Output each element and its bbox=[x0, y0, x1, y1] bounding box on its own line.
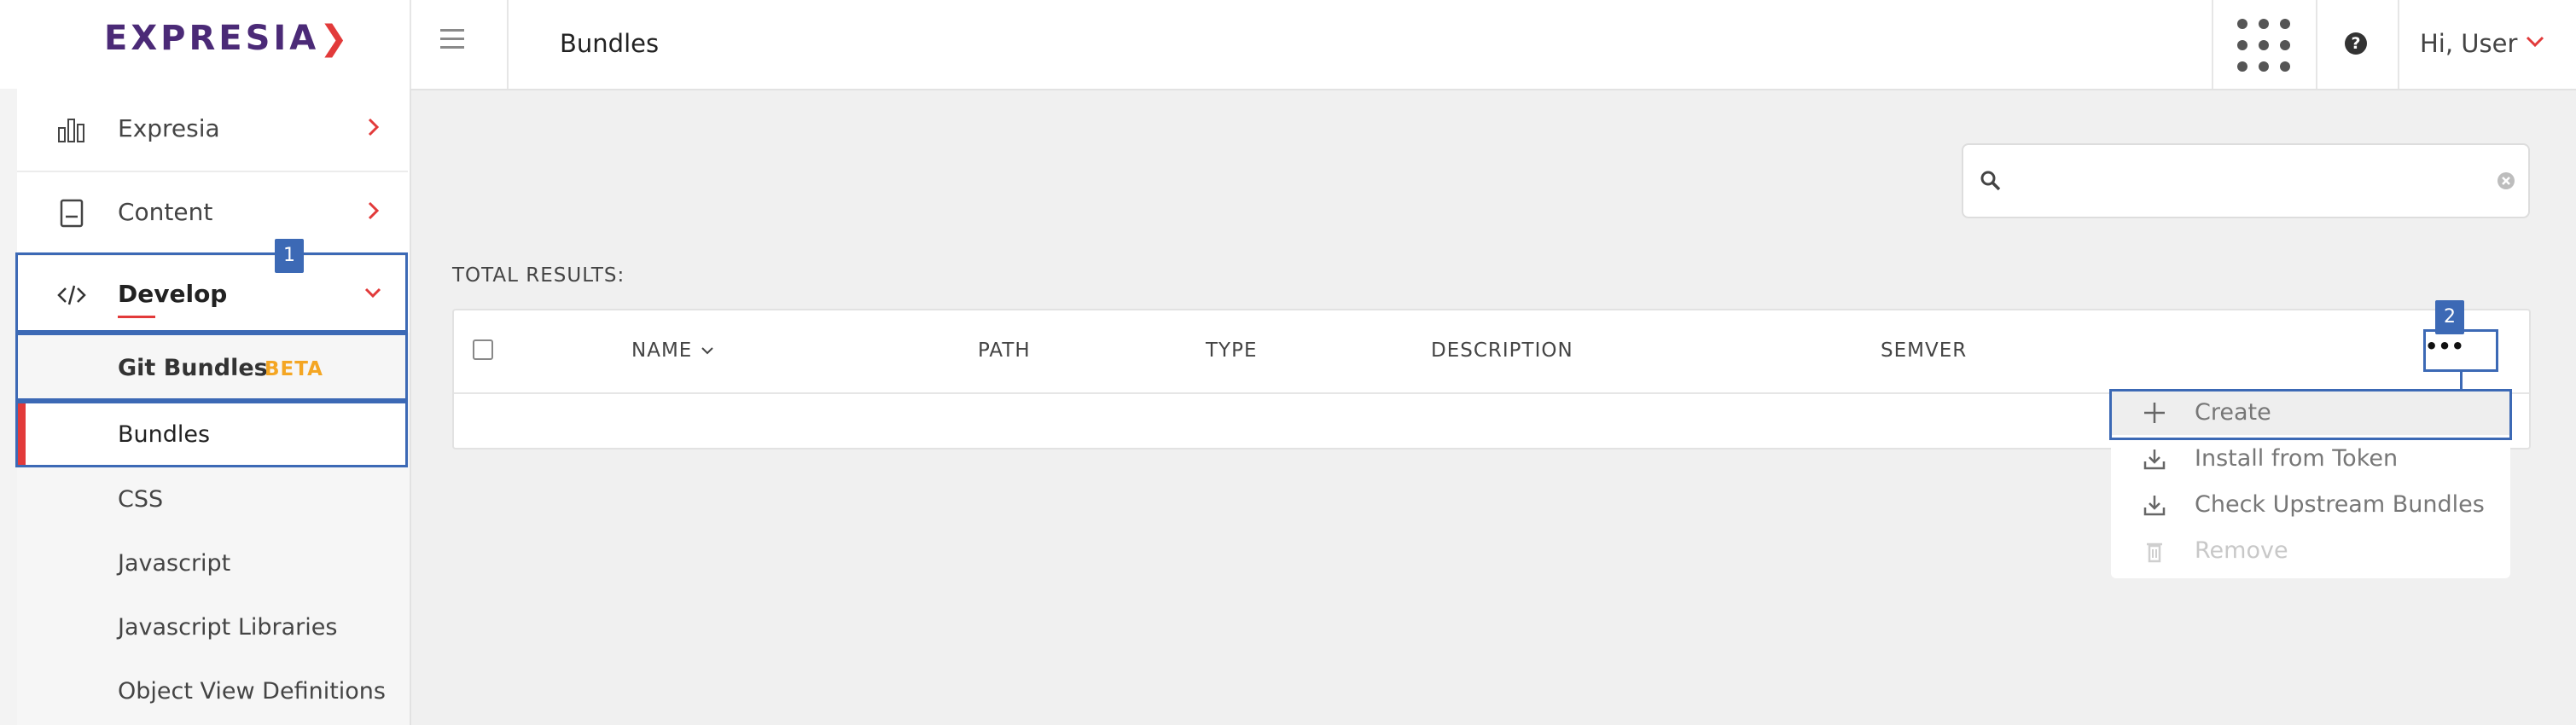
column-header-semver[interactable]: SEMVER bbox=[1881, 339, 1967, 362]
top-bar: EXPRESIA❯ Bundles ? Hi, User bbox=[0, 0, 2576, 90]
sidebar-item-css[interactable]: CSS bbox=[118, 486, 163, 513]
highlight-develop bbox=[15, 252, 408, 333]
sidebar-edge bbox=[0, 89, 17, 725]
sidebar-item-expresia[interactable]: Expresia bbox=[17, 89, 408, 172]
logo-chevron: ❯ bbox=[319, 19, 352, 58]
menu-item-label: Check Upstream Bundles bbox=[2195, 491, 2485, 518]
sort-chevron-icon[interactable] bbox=[700, 343, 715, 358]
user-menu[interactable]: Hi, User bbox=[2420, 29, 2517, 58]
sidebar-item-javascript[interactable]: Javascript bbox=[118, 550, 230, 577]
highlight-git-bundles bbox=[15, 333, 408, 401]
menu-icon[interactable] bbox=[440, 29, 464, 55]
annotation-marker-2: 2 bbox=[2435, 300, 2464, 334]
annotation-marker-1: 1 bbox=[275, 239, 304, 273]
expresia-logo[interactable]: EXPRESIA❯ bbox=[104, 19, 352, 58]
chevron-right-icon bbox=[368, 118, 380, 136]
column-header-path[interactable]: PATH bbox=[978, 339, 1031, 362]
highlight-create bbox=[2109, 389, 2512, 440]
chevron-down-icon[interactable] bbox=[2524, 31, 2546, 53]
apps-grid-icon bbox=[2237, 19, 2290, 72]
help-icon: ? bbox=[2345, 32, 2367, 55]
search-input[interactable] bbox=[1962, 143, 2530, 218]
column-header-type[interactable]: TYPE bbox=[1206, 339, 1258, 362]
sidebar-item-javascript-libraries[interactable]: Javascript Libraries bbox=[118, 614, 337, 641]
chevron-right-icon bbox=[368, 201, 380, 220]
sidebar-item-label: Content bbox=[118, 198, 213, 226]
menu-item-remove[interactable]: Remove bbox=[2111, 527, 2510, 573]
select-all-checkbox[interactable] bbox=[473, 339, 493, 360]
apps-launcher[interactable] bbox=[2212, 0, 2317, 89]
menu-item-check-upstream-bundles[interactable]: Check Upstream Bundles bbox=[2111, 481, 2510, 527]
sidebar-item-label: Expresia bbox=[118, 114, 220, 142]
logo-area: EXPRESIA❯ bbox=[0, 0, 411, 89]
download-icon bbox=[2143, 450, 2166, 470]
download-icon bbox=[2143, 496, 2166, 516]
total-results-label: TOTAL RESULTS: bbox=[452, 264, 625, 287]
column-header-name[interactable]: NAME bbox=[631, 339, 692, 362]
highlight-bundles bbox=[15, 401, 408, 467]
menu-item-label: Install from Token bbox=[2195, 445, 2399, 472]
search-icon bbox=[1980, 171, 2001, 191]
sidebar-item-object-view-definitions[interactable]: Object View Definitions bbox=[118, 678, 386, 705]
highlight-connector bbox=[2460, 372, 2463, 391]
menu-item-install-from-token[interactable]: Install from Token bbox=[2111, 435, 2510, 481]
clear-icon[interactable] bbox=[2496, 171, 2516, 191]
sidebar-item-content[interactable]: Content bbox=[17, 172, 408, 256]
menu-item-label: Remove bbox=[2195, 537, 2288, 564]
book-icon bbox=[60, 199, 84, 228]
help-button[interactable]: ? bbox=[2316, 0, 2399, 89]
logo-text: EXPRESIA bbox=[104, 19, 320, 58]
bar-chart-icon bbox=[58, 119, 84, 142]
page-title: Bundles bbox=[560, 29, 660, 58]
trash-icon bbox=[2147, 542, 2162, 563]
header-divider bbox=[507, 0, 509, 89]
highlight-more-button bbox=[2423, 329, 2498, 372]
column-header-description[interactable]: DESCRIPTION bbox=[1431, 339, 1573, 362]
